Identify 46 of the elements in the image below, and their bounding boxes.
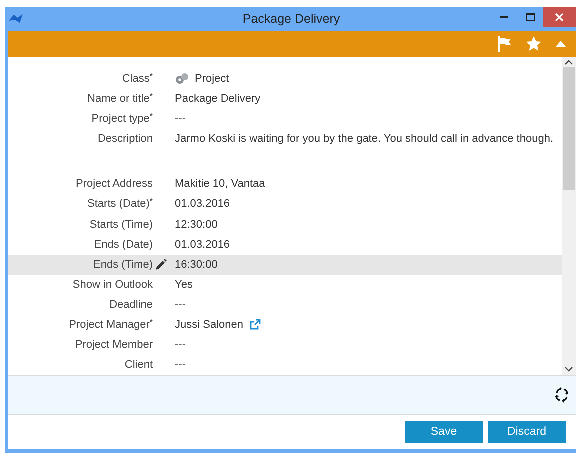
field-value: ---	[175, 113, 187, 126]
pencil-icon	[156, 259, 167, 270]
field-label: Project Manager$^{*}$	[69, 318, 153, 331]
field-label: Project Member	[75, 338, 153, 351]
field-label: Project type$^{*}$	[92, 113, 153, 126]
app-logo-icon	[8, 13, 24, 25]
field-value: ---	[175, 338, 187, 351]
field-label: Show in Outlook	[72, 278, 153, 291]
minimize-icon	[500, 16, 508, 18]
window-title: Package Delivery	[242, 12, 340, 26]
close-icon	[555, 12, 564, 22]
chevron-up-icon	[565, 60, 573, 65]
field-label: Starts (Date)$^{*}$	[88, 198, 153, 210]
field-value: Package Delivery	[175, 93, 262, 106]
chevron-down-icon	[565, 367, 573, 372]
field-value: Makitie 10, Vantaa	[175, 178, 266, 190]
field-value: 16:30:00	[175, 258, 219, 271]
external-link-icon	[250, 319, 260, 330]
field-label: Project Address	[76, 178, 153, 190]
field-value: Jussi Salonen	[175, 318, 244, 331]
close-button[interactable]	[543, 7, 576, 27]
field-label: Deadline	[110, 298, 153, 311]
field-value: 12:30:00	[175, 218, 219, 230]
field-label: Ends (Date)	[94, 238, 153, 251]
field-label: Description	[98, 133, 153, 146]
field-label: Ends (Time)	[94, 258, 153, 271]
field-value: Project	[195, 73, 230, 86]
refresh-icon	[554, 387, 570, 403]
discard-button[interactable]: Discard	[488, 421, 566, 443]
maximize-icon	[526, 13, 534, 21]
save-button[interactable]: Save	[405, 421, 483, 443]
collapse-icon	[556, 41, 566, 47]
field-value: ---	[175, 298, 187, 311]
field-label: Starts (Time)	[90, 218, 153, 230]
flag-icon	[498, 36, 512, 52]
field-value: 01.03.2016	[175, 198, 232, 210]
field-label: Name or title$^{*}$	[88, 93, 153, 106]
field-label: Class$^{*}$	[122, 73, 153, 86]
scrollbar[interactable]	[562, 57, 576, 375]
field-value: 01.03.2016	[175, 238, 232, 251]
field-value: Yes	[175, 278, 194, 291]
selected-row[interactable]: Ends (Time) 16:30:00	[8, 254, 562, 275]
field-value: ---	[175, 359, 187, 372]
star-icon	[526, 36, 542, 52]
field-value: Jarmo Koski is waiting for you by the gate. You should call in advance though.	[175, 133, 555, 146]
field-label: Client	[124, 359, 153, 372]
